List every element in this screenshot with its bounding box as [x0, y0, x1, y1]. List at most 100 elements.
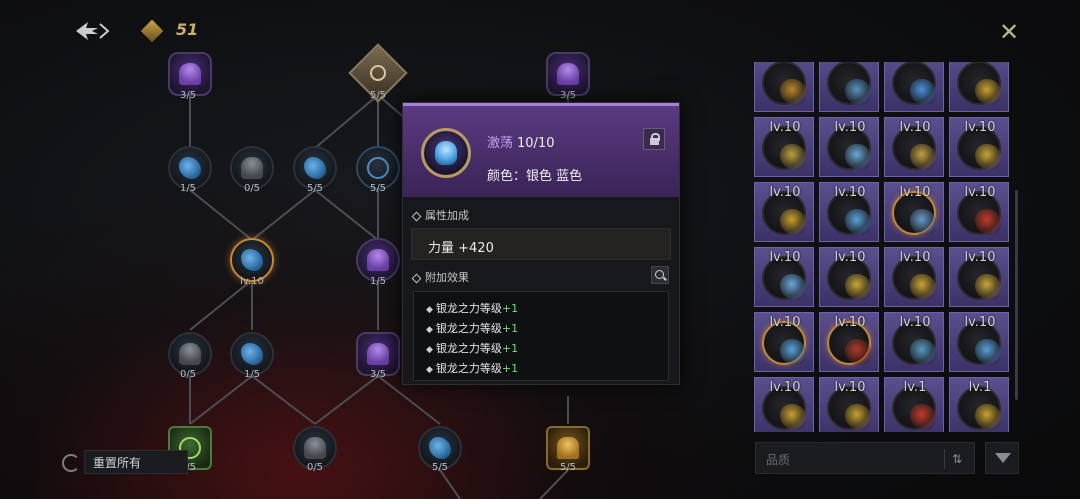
inventory-slot[interactable]: lv.10 — [754, 117, 814, 177]
effect-bonus: +1 — [501, 322, 519, 335]
effect-bonus: +1 — [501, 362, 519, 375]
inventory-slot[interactable]: lv.10 — [754, 182, 814, 242]
dragon-icon — [910, 404, 936, 430]
bullet-icon: ◆ — [426, 305, 433, 315]
node-progress: 5/5 — [431, 462, 449, 473]
inventory-slot[interactable]: lv.10 — [949, 312, 1009, 372]
node-progress: 0/5 — [179, 369, 197, 380]
inventory-slot[interactable] — [819, 62, 879, 112]
emblem-icon — [366, 61, 390, 85]
dragon-icon — [304, 157, 326, 179]
target-icon — [367, 157, 389, 179]
inventory-slot[interactable]: lv.10 — [819, 312, 879, 372]
figure-icon — [557, 63, 579, 85]
node-progress: 1/5 — [369, 276, 387, 287]
effect-text: 银龙之力等级 — [435, 302, 502, 315]
attribute-section-title: 属性加成 — [425, 209, 469, 222]
node-progress: 5/5 — [306, 183, 324, 194]
inventory-slot[interactable]: lv.10 — [754, 377, 814, 432]
dragon-icon — [780, 404, 806, 430]
figure-icon — [304, 437, 326, 459]
figure-icon — [179, 343, 201, 365]
inventory-slot[interactable]: lv.1 — [884, 377, 944, 432]
inventory-slot[interactable] — [754, 62, 814, 112]
effect-text: 银龙之力等级 — [435, 362, 502, 375]
search-placeholder: 品质 — [766, 453, 791, 467]
gem-icon — [140, 19, 164, 43]
inventory-slot[interactable]: lv.10 — [884, 117, 944, 177]
item-orb — [957, 62, 1001, 105]
dragon-icon — [975, 209, 1001, 235]
zoom-button[interactable] — [651, 266, 669, 284]
dragon-icon — [975, 404, 1001, 430]
inventory-slot[interactable]: lv.10 — [949, 117, 1009, 177]
dragon-icon — [910, 274, 936, 300]
inventory-slot[interactable]: lv.1 — [949, 377, 1009, 432]
lock-body — [650, 138, 659, 145]
effect-section-header: 附加效果 — [411, 269, 469, 285]
inventory-slot[interactable]: lv.10 — [754, 247, 814, 307]
back-button[interactable] — [74, 18, 114, 44]
lock-button[interactable] — [643, 128, 665, 150]
inventory-slot[interactable]: lv.10 — [884, 247, 944, 307]
item-title: 激荡 10/10 — [487, 132, 554, 151]
dragon-icon — [845, 404, 871, 430]
inventory-slot[interactable]: lv.10 — [949, 182, 1009, 242]
effects-list: ◆ 银龙之力等级+1 ◆ 银龙之力等级+1 ◆ 银龙之力等级+1 ◆ 银龙之力等级+1 — [413, 291, 669, 381]
dragon-icon — [975, 79, 1001, 105]
node-progress: 5/5 — [369, 183, 387, 194]
figure-icon — [241, 157, 263, 179]
dragon-icon — [910, 79, 936, 105]
game-screen: 51 ✕ 3/5 5/5 3/5 1/5 0/5 5/5 5/5 lv.10 1… — [0, 0, 1080, 499]
dragon-icon — [845, 79, 871, 105]
inventory-slot[interactable] — [884, 62, 944, 112]
inventory-slot[interactable]: lv.10 — [949, 247, 1009, 307]
item-orb — [892, 62, 936, 105]
slot-level: lv.10 — [964, 185, 996, 200]
slot-level: lv.1 — [968, 380, 992, 395]
dragon-icon — [910, 144, 936, 170]
dragon-icon — [780, 209, 806, 235]
currency-display: 51 — [140, 19, 214, 43]
node-progress: 3/5 — [559, 90, 577, 101]
item-orb — [762, 62, 806, 105]
attribute-value: 力量 +420 — [428, 241, 494, 256]
attribute-row: 力量 +420 — [411, 228, 671, 260]
bullet-icon: ◆ — [426, 345, 433, 355]
sort-icon[interactable]: ⇅ — [952, 451, 966, 467]
dragon-icon — [975, 339, 1001, 365]
reset-all-button[interactable]: 重置所有 — [84, 450, 188, 474]
quality-search-field[interactable]: 品质 ⇅ — [755, 442, 975, 474]
node-progress: 1/5 — [243, 369, 261, 380]
bullet-icon: ◆ — [426, 325, 433, 335]
dragon-icon — [429, 437, 451, 459]
item-colors: 颜色：银色 蓝色 — [487, 169, 583, 184]
inventory-slot[interactable]: lv.10 — [819, 117, 879, 177]
effect-text: 银龙之力等级 — [435, 322, 502, 335]
effect-item: ◆ 银龙之力等级+1 — [426, 320, 518, 336]
filter-button[interactable] — [985, 442, 1019, 474]
inventory-scrollbar[interactable] — [1015, 190, 1018, 400]
inventory-slot[interactable] — [949, 62, 1009, 112]
slot-level: lv.10 — [834, 185, 866, 200]
inventory-slot[interactable]: lv.10 — [819, 377, 879, 432]
inventory-slot[interactable]: lv.10 — [754, 312, 814, 372]
inventory-slot[interactable]: lv.10 — [819, 247, 879, 307]
node-level: lv.10 — [240, 276, 264, 287]
dragon-icon — [241, 249, 263, 271]
dragon-icon — [910, 339, 936, 365]
inventory-slot[interactable]: lv.10 — [884, 182, 944, 242]
inventory-slot[interactable]: lv.10 — [884, 312, 944, 372]
dragon-icon — [845, 209, 871, 235]
dragon-icon — [435, 141, 457, 165]
slot-level: lv.10 — [834, 315, 866, 330]
slot-level: lv.10 — [769, 380, 801, 395]
inventory-slot[interactable]: lv.10 — [819, 182, 879, 242]
back-arrow-icon — [76, 22, 110, 40]
close-button[interactable]: ✕ — [995, 18, 1023, 46]
slot-level: lv.10 — [964, 315, 996, 330]
slot-level: lv.10 — [769, 120, 801, 135]
node-progress: 3/5 — [369, 369, 387, 380]
attribute-section-header: 属性加成 — [411, 207, 469, 223]
dragon-icon — [845, 144, 871, 170]
